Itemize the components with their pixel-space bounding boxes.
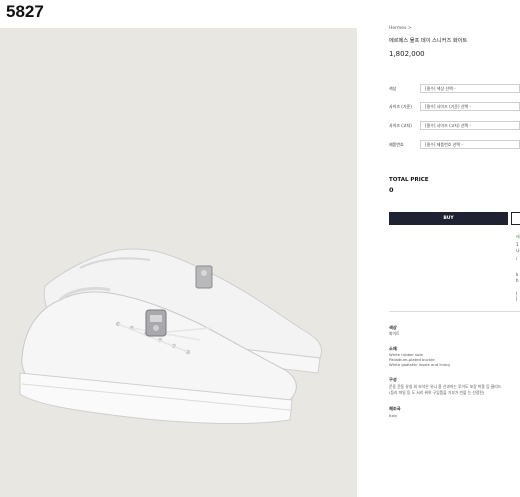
section-divider (389, 311, 520, 312)
option-row-product-number: 제품번호 [필수] 제품번호 선택 - (389, 140, 520, 150)
side-text: 1 (516, 242, 519, 247)
side-text: 나 (516, 248, 520, 253)
side-text: k (516, 272, 519, 277)
product-price: 1,802,000 (389, 50, 425, 58)
option-row-size-base: 사이즈 (기준) [필수] 사이즈 (기준) 선택 - (389, 102, 520, 112)
origin-info-value: Italy (389, 413, 398, 418)
buy-button[interactable]: BUY (389, 212, 508, 225)
material-line: White goatskin insole and lining (389, 362, 450, 367)
option-label: 색상 (389, 86, 397, 91)
size-base-select[interactable]: [필수] 사이즈 (기준) 선택 - (420, 102, 520, 111)
color-info-value: 화이트 (389, 331, 400, 336)
option-row-size-notice: 사이즈 (고지) [필수] 사이즈 (고지) 선택 - (389, 121, 520, 131)
product-photo (0, 28, 357, 497)
product-number-select[interactable]: [필수] 제품번호 선택 - (420, 140, 520, 149)
side-text: 레 (516, 234, 520, 239)
option-label: 사이즈 (고지) (389, 123, 412, 128)
total-price-label: TOTAL PRICE (389, 177, 429, 183)
option-label: 사이즈 (기준) (389, 104, 412, 109)
option-row-color: 색상 [필수] 색상 선택 - (389, 84, 520, 94)
cart-button[interactable] (511, 212, 520, 225)
side-text: ( (516, 256, 518, 261)
side-text: | (516, 296, 518, 301)
image-id-label: 5827 (6, 2, 44, 21)
composition-line: 운동 운동 유일 외 보석은 유니 용 선과하는 루이도 포장 박종 등 클리드 (389, 384, 502, 389)
size-notice-select[interactable]: [필수] 사이즈 (고지) 선택 - (420, 121, 520, 130)
side-text: h (516, 278, 519, 283)
composition-line: (등리 파일 등 도 서리 위하 구입품을 거부가 빈을 는 선정된) (389, 390, 485, 395)
composition-info-title: 구성 (389, 377, 397, 382)
product-title: 에르메스 뮬프 데이 스니커즈 화이트 (389, 38, 468, 44)
total-price-value: 0 (389, 186, 394, 194)
product-details-panel: Hermes > 에르메스 뮬프 데이 스니커즈 화이트 1,802,000 색… (389, 0, 520, 497)
breadcrumb[interactable]: Hermes > (389, 26, 412, 31)
option-label: 제품번호 (389, 142, 404, 147)
origin-info-title: 제조국 (389, 406, 401, 411)
color-select[interactable]: [필수] 색상 선택 - (420, 84, 520, 93)
